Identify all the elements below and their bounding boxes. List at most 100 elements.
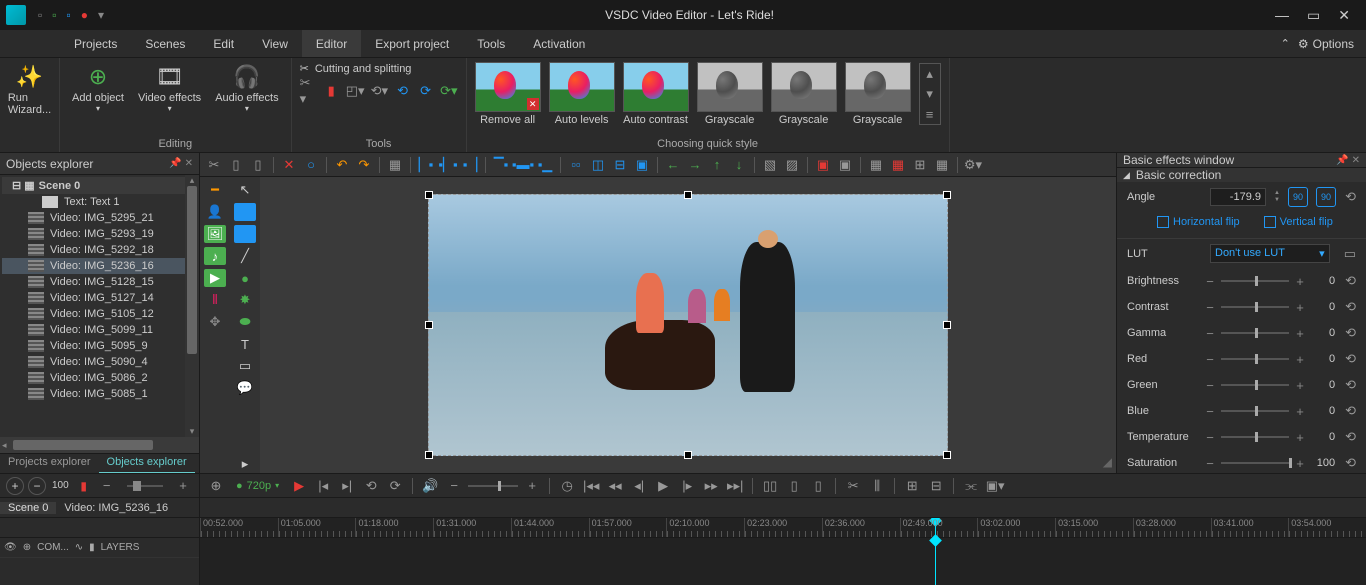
bring-forward-icon[interactable]: ▧ [760, 155, 780, 175]
slider-minus[interactable]: − [1205, 378, 1215, 393]
tree-item[interactable]: Video: IMG_5086_2 [2, 370, 197, 386]
circle-icon[interactable]: ○ [301, 155, 321, 175]
tree-item[interactable]: Video: IMG_5293_19 [2, 226, 197, 242]
slider-plus[interactable]: + [1295, 326, 1305, 341]
mark-a-icon[interactable]: ▯ [784, 476, 804, 496]
style-grayscale-2[interactable]: Grayscale [771, 62, 837, 126]
mark-b-icon[interactable]: ▯ [808, 476, 828, 496]
delete-icon[interactable]: ✕ [279, 155, 299, 175]
next-frame-icon[interactable]: |▸ [677, 476, 697, 496]
grid3-icon[interactable]: ⊞ [910, 155, 930, 175]
menu-caret[interactable]: ⌃ [1273, 30, 1298, 57]
arrow-right-icon[interactable]: → [685, 155, 705, 175]
align-left-icon[interactable]: ▏▪ [416, 155, 436, 175]
slider-minus[interactable]: − [1205, 274, 1215, 289]
fit-icon[interactable]: ▣▾ [985, 476, 1005, 496]
slider-reset-icon[interactable]: ⟲ [1345, 325, 1356, 341]
slider-minus[interactable]: − [1205, 326, 1215, 341]
angle-input[interactable] [1210, 188, 1266, 206]
minimize-button[interactable]: — [1275, 7, 1289, 24]
style-grayscale-3[interactable]: Grayscale [845, 62, 911, 126]
slider-minus[interactable]: − [1205, 352, 1215, 367]
resize-handle-tr[interactable] [943, 191, 951, 199]
slider-reset-icon[interactable]: ⟲ [1345, 273, 1356, 289]
run-wizard-button[interactable]: ✨ Run Wizard... [4, 62, 55, 118]
play-tool-icon[interactable]: ▶ [204, 269, 226, 287]
qa-icon-1[interactable]: ▫ [38, 8, 42, 22]
slider-track[interactable] [1221, 436, 1289, 438]
grid-icon[interactable]: ▦ [866, 155, 886, 175]
tree-item[interactable]: Video: IMG_5099_11 [2, 322, 197, 338]
menu-editor[interactable]: Editor [302, 30, 361, 57]
tab-projects-explorer[interactable]: Projects explorer [0, 454, 99, 473]
group-icon[interactable]: ▣ [835, 155, 855, 175]
vertical-flip-checkbox[interactable]: Vertical flip [1264, 216, 1333, 228]
preview-canvas[interactable]: ◢ [260, 177, 1116, 473]
qa-icon-2[interactable]: ▫ [52, 8, 56, 22]
slider-reset-icon[interactable]: ⟲ [1345, 455, 1356, 471]
rewind-icon[interactable]: ◂◂ [605, 476, 625, 496]
timeline-zoom-slider[interactable] [127, 485, 163, 487]
pointer-tool-icon[interactable]: ↖ [234, 181, 256, 199]
tree-item[interactable]: Text: Text 1 [2, 194, 197, 210]
same-size-icon[interactable]: ▣ [632, 155, 652, 175]
tree-item[interactable]: Video: IMG_5090_4 [2, 354, 197, 370]
record-icon[interactable]: ▶ [289, 476, 309, 496]
tree-item[interactable]: Video: IMG_5292_18 [2, 242, 197, 258]
cut-tool-icon[interactable]: ✂▾ [300, 81, 317, 101]
options-button[interactable]: ⚙Options [1298, 30, 1366, 57]
slider-reset-icon[interactable]: ⟲ [1345, 351, 1356, 367]
timeline-tracks[interactable] [200, 538, 1366, 585]
resize-handle-tc[interactable] [684, 191, 692, 199]
settings-icon[interactable]: ⚙▾ [963, 155, 983, 175]
redo-icon[interactable]: ↷ [354, 155, 374, 175]
tree-item[interactable]: Video: IMG_5128_15 [2, 274, 197, 290]
slider-minus[interactable]: − [1205, 300, 1215, 315]
align-middle-icon[interactable]: ▪▬▪ [513, 155, 533, 175]
resize-handle-bl[interactable] [425, 451, 433, 459]
style-grayscale-1[interactable]: Grayscale [697, 62, 763, 126]
rotate-90-ccw-icon[interactable]: ⟲ [394, 81, 411, 101]
person-tool-icon[interactable]: 👤 [204, 203, 226, 221]
rect2-tool-icon[interactable] [234, 225, 256, 243]
tree-item[interactable]: Video: IMG_5127_14 [2, 290, 197, 306]
mark-in-icon[interactable]: ▯▯ [760, 476, 780, 496]
goto-start-icon[interactable]: |◂◂ [581, 476, 601, 496]
style-scroll-up[interactable]: ▴ [920, 64, 940, 84]
align-right-icon[interactable]: ▪▕ [460, 155, 480, 175]
slider-track[interactable] [1221, 332, 1289, 334]
tree-item[interactable]: Video: IMG_5295_21 [2, 210, 197, 226]
menu-view[interactable]: View [248, 30, 302, 57]
pin-icon[interactable]: 📌 ✕ [1336, 155, 1360, 166]
playhead-line[interactable] [935, 538, 936, 585]
ellipse-tool-icon[interactable]: ● [234, 269, 256, 287]
prev-frame-icon[interactable]: ◂| [629, 476, 649, 496]
tree-scene[interactable]: ⊟ ▦Scene 0 [2, 177, 197, 194]
resize-handle-ml[interactable] [425, 321, 433, 329]
style-auto-contrast[interactable]: Auto contrast [623, 62, 689, 126]
loop-icon[interactable]: ⟲ [361, 476, 381, 496]
add-object-button[interactable]: ⊕ Add object ▾ [68, 62, 128, 115]
tree-item[interactable]: Video: IMG_5236_16 [2, 258, 197, 274]
expand-tools-icon[interactable]: ▸ [234, 455, 256, 473]
send-backward-icon[interactable]: ▨ [782, 155, 802, 175]
zoom-in-icon[interactable]: + [6, 477, 24, 495]
align-top-icon[interactable]: ▔▪ [491, 155, 511, 175]
tree-item[interactable]: Video: IMG_5085_1 [2, 386, 197, 402]
angle-up[interactable]: ▲ [1274, 190, 1280, 197]
angle-reset-icon[interactable]: ⟲ [1345, 189, 1356, 205]
menu-projects[interactable]: Projects [60, 30, 131, 57]
crumb-video[interactable]: Video: IMG_5236_16 [56, 502, 176, 514]
snap2-icon[interactable]: ⊟ [926, 476, 946, 496]
maximize-button[interactable]: ▭ [1307, 7, 1320, 24]
audio-effects-button[interactable]: 🎧 Audio effects ▾ [211, 62, 282, 115]
vol-minus[interactable]: − [444, 476, 464, 496]
chat-tool-icon[interactable]: 💬 [234, 379, 256, 397]
slider-reset-icon[interactable]: ⟲ [1345, 403, 1356, 419]
scroll-down[interactable]: ▾ [185, 426, 199, 437]
blob-tool-icon[interactable]: ⬬ [234, 313, 256, 331]
scroll-up[interactable]: ▴ [185, 175, 199, 186]
rect-tool-icon[interactable] [234, 203, 256, 221]
undo-icon[interactable]: ↶ [332, 155, 352, 175]
basic-correction-header[interactable]: ◢ Basic correction [1117, 168, 1366, 182]
